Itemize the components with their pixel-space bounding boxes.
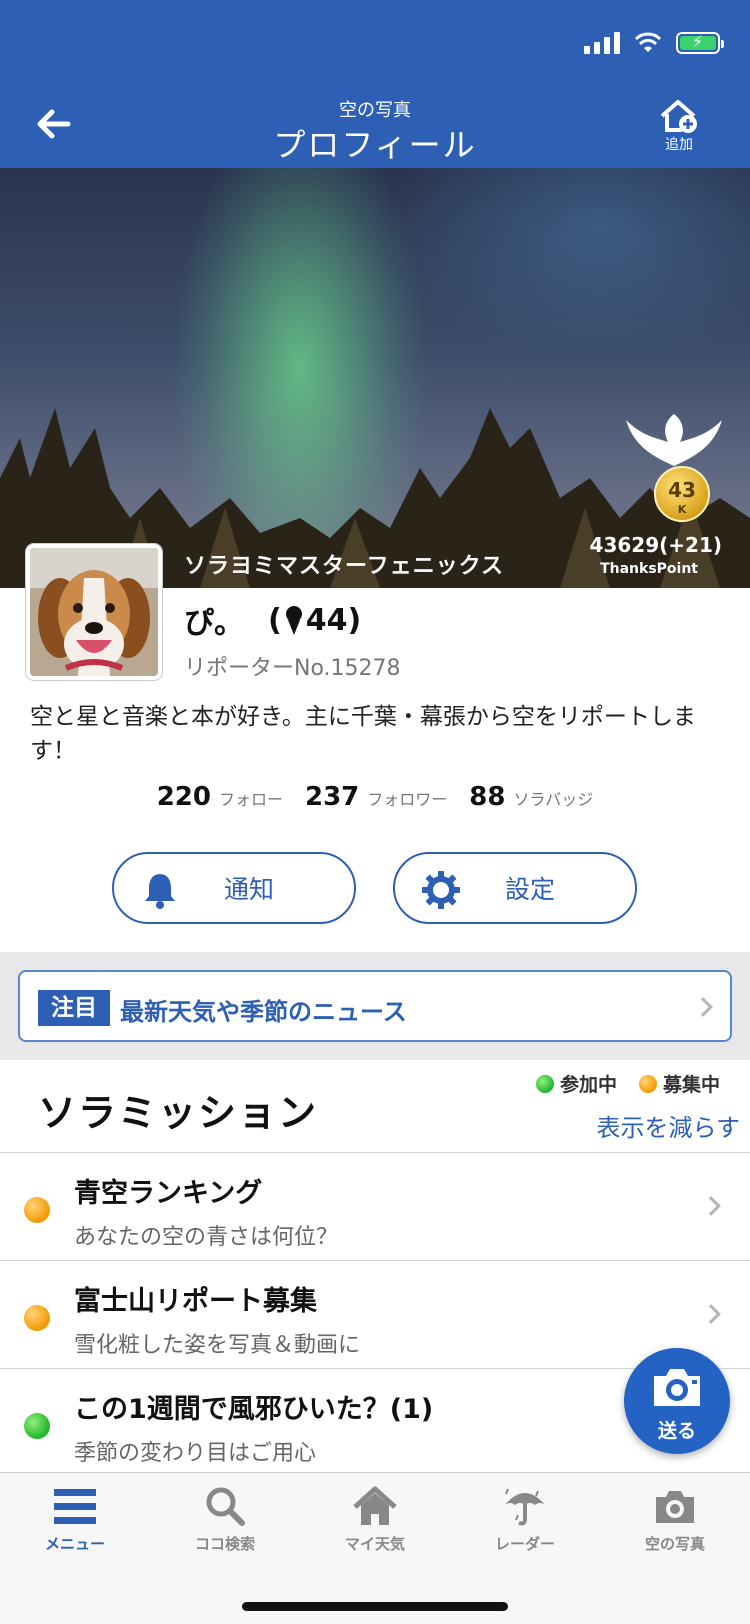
rank-badge-value: 43 xyxy=(668,478,696,502)
tab-menu[interactable]: メニュー xyxy=(0,1485,150,1554)
avatar-dog-image xyxy=(30,548,158,676)
stat-value: 88 xyxy=(469,782,506,812)
legend-active: 参加中 xyxy=(535,1070,617,1097)
mission-legend: 参加中 募集中 xyxy=(535,1070,720,1097)
mission-title: 青空ランキング xyxy=(74,1178,263,1209)
username-row: ぴ。 ( 44) xyxy=(184,598,361,642)
follow-stats: 220 フォロー 237 フォロワー 88 ソラバッジ xyxy=(0,782,750,812)
thanks-points-label: ThanksPoint xyxy=(600,561,698,577)
orange-dot-icon xyxy=(638,1075,657,1093)
stat-label: フォロー xyxy=(218,790,283,809)
mission-item[interactable]: 青空ランキング あなたの空の青さは何位？ xyxy=(0,1152,750,1260)
reporter-pin-icon xyxy=(285,606,302,635)
user-rank-title: ソラヨミマスターフェニックス xyxy=(184,554,505,579)
tab-label: レーダー xyxy=(494,1535,555,1553)
pin-count-value: 44) xyxy=(305,602,362,638)
camera-icon xyxy=(656,1491,694,1523)
wifi-icon xyxy=(634,32,662,52)
profile-cover-image: 43 K 43629(+21) ThanksPoint ソラヨミマスターフェニッ… xyxy=(0,168,750,588)
send-photo-button[interactable]: 送る xyxy=(624,1348,730,1454)
home-icon xyxy=(353,1486,397,1525)
stat-value: 237 xyxy=(304,782,360,812)
add-home-icon xyxy=(660,100,697,133)
add-home-button[interactable]: 追加 xyxy=(654,98,704,154)
thanks-points-value: 43629(+21) xyxy=(589,533,722,557)
settings-label: 設定 xyxy=(504,875,555,904)
chevron-right-icon xyxy=(693,997,713,1017)
settings-button[interactable]: 設定 xyxy=(393,852,637,924)
tab-label: マイ天気 xyxy=(344,1535,405,1553)
recruiting-dot-icon xyxy=(24,1305,50,1331)
rank-badge-unit: K xyxy=(677,503,687,516)
legend-recruiting: 募集中 xyxy=(638,1070,720,1097)
menu-icon xyxy=(54,1489,96,1524)
tab-my-weather[interactable]: マイ天気 xyxy=(300,1485,450,1554)
umbrella-icon xyxy=(505,1488,545,1526)
legend-active-label: 参加中 xyxy=(559,1074,617,1096)
cellular-signal-icon xyxy=(584,32,620,54)
tab-search[interactable]: ココ検索 xyxy=(150,1485,300,1554)
add-home-label: 追加 xyxy=(665,137,693,153)
username: ぴ。 xyxy=(184,606,244,641)
recruiting-dot-icon xyxy=(24,1197,50,1223)
mission-section-title: ソラミッション xyxy=(38,1091,319,1135)
tab-sky-photos[interactable]: 空の写真 xyxy=(600,1485,750,1554)
battery-charging-icon xyxy=(676,32,724,54)
green-dot-icon xyxy=(535,1075,554,1093)
legend-recruiting-label: 募集中 xyxy=(662,1074,720,1096)
stat-label: ソラバッジ xyxy=(513,790,594,809)
mission-item[interactable]: 富士山リポート募集 雪化粧した姿を写真＆動画に xyxy=(0,1260,750,1368)
page-title: プロフィール xyxy=(273,126,477,164)
mission-subtitle: 雪化粧した姿を写真＆動画に xyxy=(74,1333,361,1358)
news-tag: 注目 xyxy=(38,990,110,1026)
active-dot-icon xyxy=(24,1413,50,1439)
avatar[interactable] xyxy=(26,544,162,680)
tab-label: 空の写真 xyxy=(644,1535,705,1553)
stat-followers[interactable]: 237 フォロワー xyxy=(305,782,447,812)
search-icon xyxy=(206,1487,245,1526)
mission-subtitle: あなたの空の青さは何位？ xyxy=(74,1225,339,1250)
chevron-right-icon xyxy=(701,1196,721,1216)
mission-title: 富士山リポート募集 xyxy=(74,1286,317,1317)
home-indicator[interactable] xyxy=(242,1602,508,1611)
tab-label: メニュー xyxy=(44,1535,105,1553)
rank-badge: 43 K xyxy=(654,466,710,522)
notify-button[interactable]: 通知 xyxy=(112,852,356,924)
stat-value: 220 xyxy=(156,782,211,812)
tab-radar[interactable]: レーダー xyxy=(450,1485,600,1554)
mission-title: この1週間で風邪ひいた？(1) xyxy=(74,1394,434,1425)
camera-icon xyxy=(654,1369,700,1406)
stat-badges[interactable]: 88 ソラバッジ xyxy=(469,782,593,812)
send-label: 送る xyxy=(657,1420,696,1442)
header-bar: 空の写真 プロフィール 追加 xyxy=(0,0,750,168)
tab-label: ココ検索 xyxy=(194,1535,255,1553)
chevron-right-icon xyxy=(701,1304,721,1324)
pin-count-open: ( xyxy=(268,602,282,638)
news-banner[interactable]: 注目 最新天気や季節のニュース xyxy=(18,970,732,1042)
reporter-number: リポーターNo.15278 xyxy=(184,656,401,681)
stat-following[interactable]: 220 フォロー xyxy=(157,782,283,812)
news-text: 最新天気や季節のニュース xyxy=(120,998,407,1026)
mission-subtitle: 季節の変わり目はご用心 xyxy=(74,1441,317,1466)
show-less-link[interactable]: 表示を減らす xyxy=(596,1108,740,1143)
stat-label: フォロワー xyxy=(367,790,448,809)
profile-bio: 空と星と音楽と本が好き。主に千葉・幕張から空をリポートします！ xyxy=(30,704,696,764)
status-icons xyxy=(584,32,724,54)
header-subtitle: 空の写真 xyxy=(339,100,411,121)
notify-label: 通知 xyxy=(223,875,274,904)
